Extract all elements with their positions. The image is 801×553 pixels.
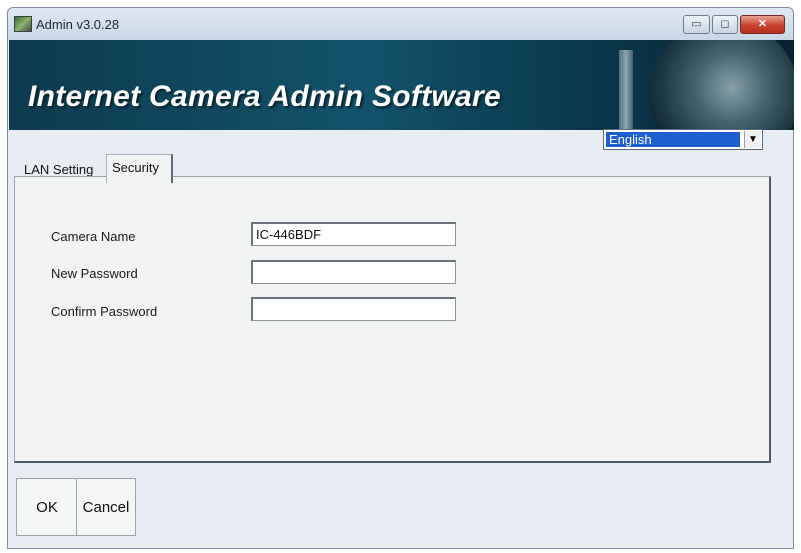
- cancel-button[interactable]: Cancel: [76, 478, 136, 536]
- confirm-password-label: Confirm Password: [51, 304, 158, 319]
- banner-camera-lens-graphic: [649, 40, 794, 130]
- minimize-button[interactable]: ▭: [683, 15, 710, 34]
- title-bar[interactable]: Admin v3.0.28 ▭ ◻ ✕: [8, 8, 793, 40]
- confirm-password-input[interactable]: [251, 297, 456, 321]
- maximize-button[interactable]: ◻: [712, 15, 738, 34]
- language-selected-value: English: [606, 132, 740, 147]
- new-password-input[interactable]: [251, 260, 456, 284]
- header-banner: Internet Camera Admin Software: [9, 40, 794, 130]
- banner-title: Internet Camera Admin Software: [28, 80, 501, 113]
- security-panel: Camera Name New Password Confirm Passwor…: [14, 176, 771, 463]
- banner-camera-mount-graphic: [619, 50, 633, 130]
- language-select[interactable]: English ▼: [603, 129, 763, 150]
- camera-name-label: Camera Name: [51, 229, 136, 244]
- chevron-down-icon[interactable]: ▼: [744, 131, 761, 148]
- new-password-label: New Password: [51, 266, 138, 281]
- camera-name-input[interactable]: [251, 222, 456, 246]
- close-button[interactable]: ✕: [740, 15, 785, 34]
- tab-security[interactable]: Security: [106, 154, 173, 183]
- app-icon: [14, 16, 32, 32]
- ok-button[interactable]: OK: [16, 478, 78, 536]
- window-title: Admin v3.0.28: [36, 17, 120, 32]
